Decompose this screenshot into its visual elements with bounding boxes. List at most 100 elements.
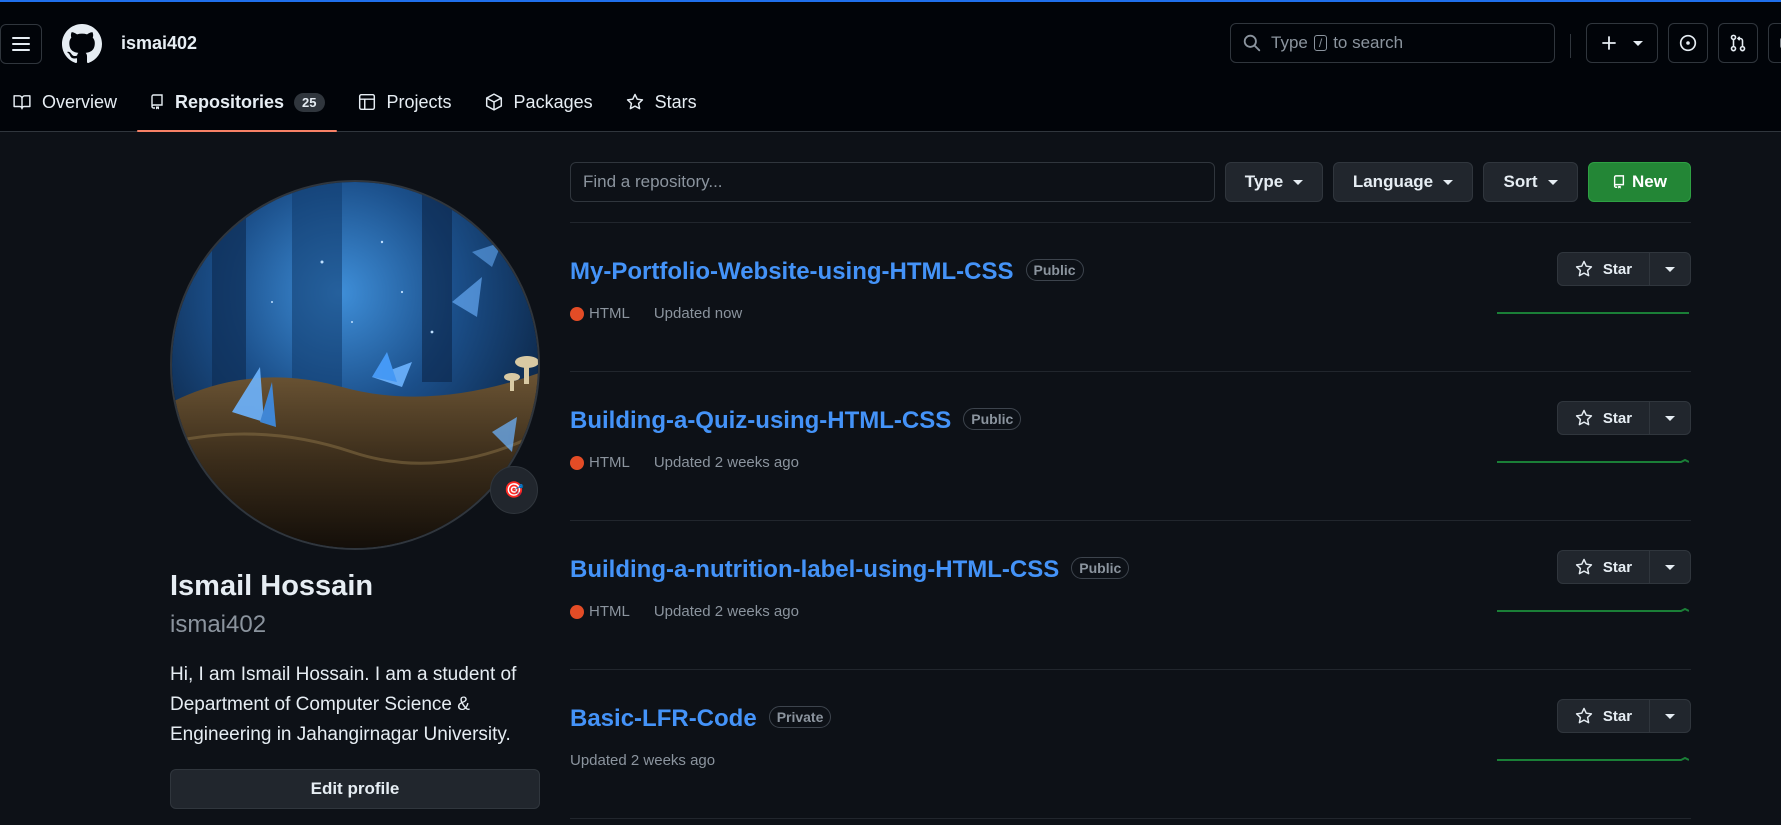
profile-full-name: Ismail Hossain: [170, 570, 374, 602]
repo-icon: [151, 94, 163, 110]
tab-repositories[interactable]: Repositories 25: [137, 86, 337, 132]
language-filter-button[interactable]: Language: [1333, 162, 1473, 202]
star-button-group: Star: [1557, 252, 1691, 286]
hamburger-icon: [12, 37, 30, 39]
chevron-down-icon: [1665, 564, 1675, 570]
new-repository-label: New: [1632, 172, 1667, 191]
visibility-badge: Public: [1071, 557, 1130, 579]
profile-bio: Hi, I am Ismail Hossain. I am a student …: [170, 664, 517, 745]
star-lists-dropdown[interactable]: [1650, 402, 1690, 434]
book-icon: [13, 95, 31, 110]
new-repository-button[interactable]: New: [1588, 162, 1691, 202]
star-label: Star: [1602, 409, 1633, 427]
language-filter-label: Language: [1352, 172, 1434, 191]
type-filter-button[interactable]: Type: [1225, 162, 1323, 202]
tab-overview[interactable]: Overview: [0, 86, 129, 118]
language-label: HTML: [589, 305, 630, 322]
language-color-dot: [570, 455, 584, 470]
star-button[interactable]: Star: [1558, 700, 1650, 732]
search-icon: [1243, 34, 1261, 52]
create-new-button[interactable]: [1586, 23, 1658, 63]
pull-requests-button[interactable]: [1718, 23, 1758, 63]
visibility-badge: Public: [1025, 259, 1084, 281]
menu-button[interactable]: [0, 24, 42, 64]
star-icon: [1575, 707, 1593, 724]
chevron-down-icon: [1443, 179, 1454, 185]
issue-opened-icon: [1679, 34, 1697, 52]
activity-sparkline: [1497, 312, 1689, 314]
search-input[interactable]: Type / to search: [1230, 23, 1555, 63]
language-label: HTML: [589, 603, 630, 620]
issues-button[interactable]: [1668, 23, 1708, 63]
avatar[interactable]: [170, 180, 540, 550]
repo-name-link[interactable]: Basic-LFR-Code: [570, 705, 757, 732]
table-icon: [358, 93, 375, 111]
star-button-group: Star: [1557, 699, 1691, 733]
inbox-button[interactable]: [1768, 23, 1781, 63]
tab-stars[interactable]: Stars: [613, 86, 709, 118]
activity-sparkline: [1497, 756, 1689, 761]
chevron-down-icon: [1665, 266, 1675, 272]
profile-login: ismai402: [170, 611, 267, 638]
updated-label: Updated 2 weeks ago: [653, 454, 799, 471]
tab-label: Projects: [386, 91, 452, 112]
profile-tabs: Overview Repositories 25 Projects Packag…: [0, 86, 717, 134]
header-divider: [1570, 34, 1571, 58]
tab-label: Packages: [513, 91, 593, 112]
status-emoji-icon: 🎯: [504, 482, 524, 499]
package-icon: [485, 93, 502, 111]
star-button[interactable]: Star: [1558, 402, 1650, 434]
updated-label: Updated 2 weeks ago: [570, 752, 716, 769]
activity-sparkline: [1497, 458, 1689, 463]
repo-list-item: Building-a-nutrition-label-using-HTML-CS…: [570, 521, 1691, 670]
language-label: HTML: [589, 454, 630, 471]
sort-filter-button[interactable]: Sort: [1483, 162, 1578, 202]
star-icon: [1575, 558, 1593, 575]
star-icon: [626, 93, 643, 110]
chevron-down-icon: [1633, 40, 1643, 46]
search-prefix: Type: [1271, 33, 1308, 52]
star-button[interactable]: Star: [1558, 253, 1650, 285]
star-label: Star: [1602, 558, 1633, 576]
language-color-dot: [570, 306, 584, 321]
sort-filter-label: Sort: [1503, 172, 1538, 191]
repository-count-badge: 25: [294, 92, 325, 112]
repo-name-link[interactable]: Building-a-nutrition-label-using-HTML-CS…: [570, 556, 1059, 583]
set-status-button[interactable]: 🎯: [490, 466, 538, 514]
repo-name-link[interactable]: My-Portfolio-Website-using-HTML-CSS: [570, 258, 1014, 285]
type-filter-label: Type: [1244, 172, 1284, 191]
search-suffix: to search: [1333, 33, 1404, 52]
find-repository-input[interactable]: [570, 162, 1215, 202]
chevron-down-icon: [1665, 713, 1675, 719]
git-pull-request-icon: [1730, 34, 1746, 52]
star-lists-dropdown[interactable]: [1650, 700, 1690, 732]
star-lists-dropdown[interactable]: [1650, 551, 1690, 583]
chevron-down-icon: [1665, 415, 1675, 421]
tab-packages[interactable]: Packages: [472, 86, 605, 118]
chevron-down-icon: [1547, 179, 1558, 185]
tab-label: Stars: [654, 91, 697, 112]
repo-list-item: My-Portfolio-Website-using-HTML-CSS Publi…: [570, 223, 1691, 372]
repo-list-item: Building-a-Quiz-using-HTML-CSS Public HTM…: [570, 372, 1691, 521]
activity-sparkline: [1497, 607, 1689, 612]
star-button-group: Star: [1557, 550, 1691, 584]
edit-profile-button[interactable]: Edit profile: [170, 769, 540, 809]
tab-label: Repositories: [175, 91, 285, 112]
star-lists-dropdown[interactable]: [1650, 253, 1690, 285]
github-logo-icon[interactable]: [62, 24, 102, 64]
repo-icon: [1613, 175, 1625, 189]
avatar-image: [172, 182, 538, 548]
repo-name-link[interactable]: Building-a-Quiz-using-HTML-CSS: [570, 407, 951, 434]
header-username[interactable]: ismai402: [121, 33, 197, 54]
star-icon: [1575, 260, 1593, 277]
repo-list-item: Basic-LFR-Code Private Updated 2 weeks ag…: [570, 670, 1691, 819]
star-label: Star: [1602, 707, 1633, 725]
star-button-group: Star: [1557, 401, 1691, 435]
global-header: ismai402 Type / to search Overview Repos…: [0, 2, 1781, 132]
star-button[interactable]: Star: [1558, 551, 1650, 583]
star-label: Star: [1602, 260, 1633, 278]
chevron-down-icon: [1293, 179, 1304, 185]
tab-projects[interactable]: Projects: [345, 86, 464, 118]
updated-label: Updated now: [653, 305, 743, 322]
star-icon: [1575, 409, 1593, 426]
